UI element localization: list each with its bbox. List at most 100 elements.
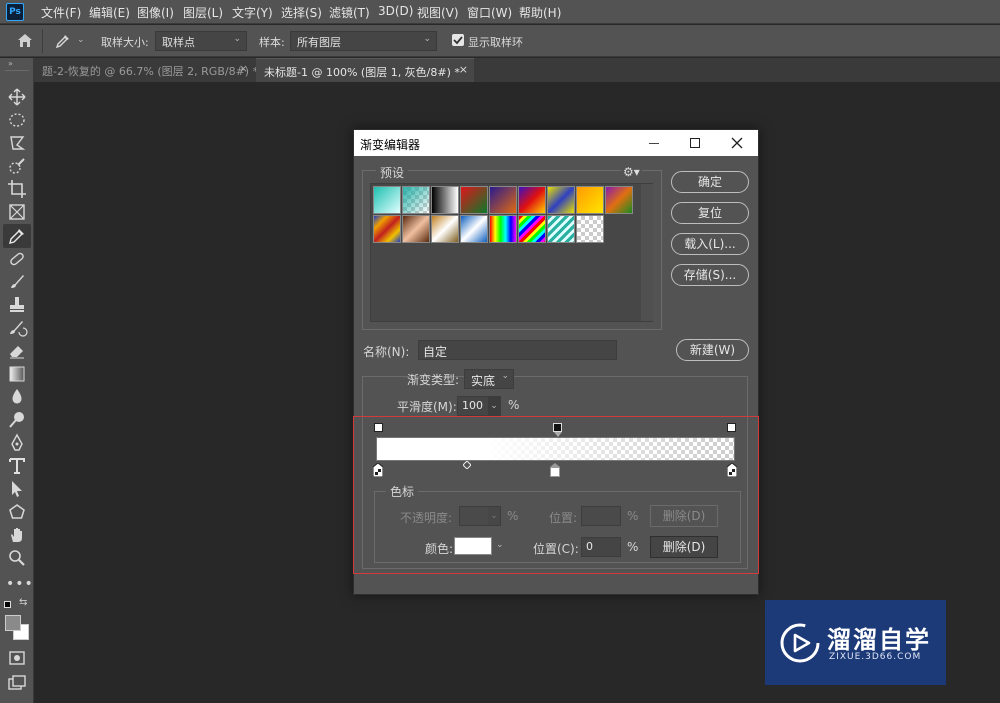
more-tools-icon[interactable]: •••	[6, 574, 33, 594]
menu-select[interactable]: 选择(S)	[281, 4, 322, 21]
smoothness-input[interactable]: 100 ⌄	[457, 396, 501, 416]
menu-edit[interactable]: 编辑(E)	[89, 4, 130, 21]
tools-panel: » ••• ⇆	[0, 58, 34, 703]
eyedropper-icon[interactable]	[6, 226, 28, 246]
preset-swatch[interactable]	[576, 215, 604, 243]
preset-swatch[interactable]	[489, 215, 517, 243]
zoom-icon[interactable]	[6, 548, 28, 568]
path-select-icon[interactable]	[6, 479, 28, 499]
preset-swatch[interactable]	[431, 186, 459, 214]
preset-swatch[interactable]	[373, 215, 401, 243]
ok-button[interactable]: 确定	[671, 171, 749, 193]
close-icon[interactable]: ×	[459, 63, 468, 76]
menu-layer[interactable]: 图层(L)	[183, 4, 223, 21]
chevron-down-icon[interactable]: ⌄	[488, 397, 500, 415]
gear-icon[interactable]: ⚙▾	[621, 165, 642, 179]
show-ring-checkbox[interactable]	[452, 34, 464, 46]
menu-image[interactable]: 图像(I)	[137, 4, 174, 21]
chevron-down-icon[interactable]: ⌄	[77, 35, 85, 45]
blur-icon[interactable]	[6, 387, 28, 407]
default-colors-icon[interactable]	[4, 601, 11, 608]
preset-swatch[interactable]	[431, 215, 459, 243]
preset-swatch[interactable]	[460, 186, 488, 214]
options-bar: ⌄ 取样大小: 取样点 ⌄ 样本: 所有图层 ⌄ 显示取样环	[0, 25, 1000, 57]
maximize-icon[interactable]	[690, 138, 700, 148]
checkmark-icon	[453, 36, 463, 45]
preset-swatch[interactable]	[605, 186, 633, 214]
menu-type[interactable]: 文字(Y)	[232, 4, 273, 21]
preset-swatch[interactable]	[518, 215, 546, 243]
dialog-title: 渐变编辑器	[360, 138, 421, 152]
load-button[interactable]: 载入(L)...	[671, 233, 749, 255]
eraser-icon[interactable]	[6, 341, 28, 361]
lasso-icon[interactable]	[6, 133, 28, 153]
quick-select-icon[interactable]	[6, 156, 28, 176]
watermark-title: 溜溜自学	[827, 626, 931, 654]
shape-icon[interactable]	[6, 502, 28, 522]
frame-icon[interactable]	[6, 202, 28, 222]
tab-document-2[interactable]: 题-2-恢复的 @ 66.7% (图层 2, RGB/8#) * ×	[34, 58, 258, 82]
name-input[interactable]: 自定	[418, 340, 617, 360]
move-icon[interactable]	[6, 87, 28, 107]
pen-icon[interactable]	[6, 433, 28, 453]
preset-scrollbar[interactable]	[641, 184, 653, 321]
preset-swatch[interactable]	[402, 215, 430, 243]
photoshop-logo-icon: Ps	[6, 3, 24, 21]
swap-colors-icon[interactable]: ⇆	[19, 597, 27, 608]
collapse-icon[interactable]: »	[8, 59, 13, 68]
preset-swatch[interactable]	[373, 186, 401, 214]
watermark-url: ZIXUE.3D66.COM	[829, 652, 922, 662]
preset-swatch[interactable]	[547, 215, 575, 243]
type-icon[interactable]	[6, 456, 28, 476]
new-button[interactable]: 新建(W)	[676, 339, 749, 361]
sample-label: 样本:	[259, 36, 285, 49]
sample-select[interactable]: 所有图层 ⌄	[290, 31, 437, 51]
preset-swatch[interactable]	[547, 186, 575, 214]
close-icon[interactable]: ×	[239, 62, 248, 75]
chevron-down-icon: ⌄	[501, 371, 509, 381]
close-icon[interactable]	[731, 137, 743, 149]
smoothness-value: 100	[462, 399, 483, 412]
preset-swatch[interactable]	[576, 186, 604, 214]
divider	[5, 70, 29, 71]
reset-button[interactable]: 复位	[671, 202, 749, 224]
divider	[42, 29, 43, 53]
home-icon[interactable]	[17, 33, 33, 48]
menu-3d[interactable]: 3D(D)	[378, 4, 413, 18]
preset-swatch[interactable]	[402, 186, 430, 214]
highlight-box	[353, 416, 759, 574]
menu-help[interactable]: 帮助(H)	[519, 4, 561, 21]
preset-swatch[interactable]	[489, 186, 517, 214]
screen-mode-icon[interactable]	[6, 673, 28, 693]
hand-icon[interactable]	[6, 525, 28, 545]
marquee-icon[interactable]	[6, 110, 28, 130]
stamp-icon[interactable]	[6, 295, 28, 315]
history-brush-icon[interactable]	[6, 318, 28, 338]
healing-icon[interactable]	[6, 249, 28, 269]
sample-size-label: 取样大小:	[101, 36, 149, 49]
preset-swatch[interactable]	[460, 215, 488, 243]
quick-mask-icon[interactable]	[6, 648, 28, 668]
tab-document-1[interactable]: 未标题-1 @ 100% (图层 1, 灰色/8#) * ×	[256, 58, 474, 82]
brush-icon[interactable]	[6, 272, 28, 292]
menu-file[interactable]: 文件(F)	[41, 4, 81, 21]
menu-window[interactable]: 窗口(W)	[467, 4, 512, 21]
menu-filter[interactable]: 滤镜(T)	[329, 4, 370, 21]
document-tab-bar: 题-2-恢复的 @ 66.7% (图层 2, RGB/8#) * × 未标题-1…	[0, 58, 1000, 82]
preset-swatch[interactable]	[518, 186, 546, 214]
tab-label: 题-2-恢复的 @ 66.7% (图层 2, RGB/8#) *	[42, 65, 259, 78]
eyedropper-icon[interactable]	[55, 33, 71, 49]
minimize-icon[interactable]	[649, 143, 659, 144]
gradient-type-label: 渐变类型:	[407, 373, 460, 387]
smoothness-label: 平滑度(M):	[397, 400, 457, 414]
sample-size-select[interactable]: 取样点 ⌄	[155, 31, 247, 51]
gradient-type-select[interactable]: 实底 ⌄	[464, 369, 514, 389]
presets-label: 预设	[376, 164, 409, 181]
chevron-down-icon: ⌄	[423, 34, 431, 44]
dodge-icon[interactable]	[6, 410, 28, 430]
gradient-icon[interactable]	[6, 364, 28, 384]
save-button[interactable]: 存储(S)...	[671, 264, 749, 286]
crop-icon[interactable]	[6, 179, 28, 199]
menu-view[interactable]: 视图(V)	[417, 4, 459, 21]
dialog-title-bar: 渐变编辑器	[354, 130, 758, 156]
